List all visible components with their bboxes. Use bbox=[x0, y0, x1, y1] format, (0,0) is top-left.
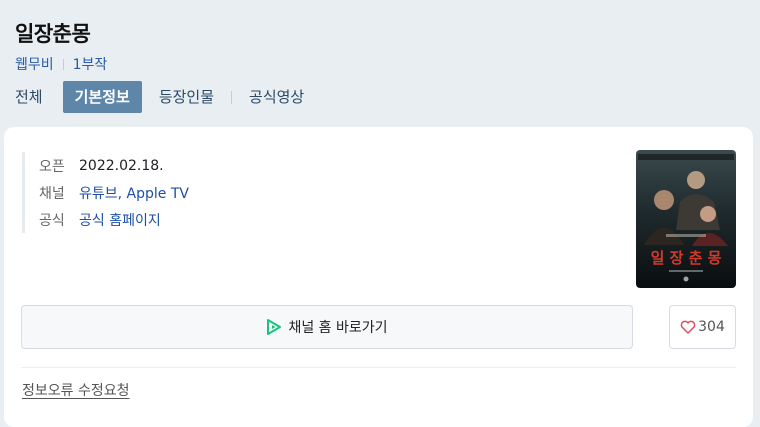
info-row-open: 오픈 2022.02.18. bbox=[39, 152, 189, 179]
poster-art: 일 장 춘 몽 bbox=[636, 150, 736, 288]
info-row-channel: 채널 유튜브, Apple TV bbox=[39, 179, 189, 206]
poster-image[interactable]: 일 장 춘 몽 bbox=[636, 150, 736, 288]
content-type[interactable]: 웹무비 bbox=[15, 54, 54, 74]
info-label: 채널 bbox=[39, 185, 65, 202]
episode-count: 1부작 bbox=[72, 57, 108, 73]
open-date: 2022.02.18. bbox=[79, 157, 164, 174]
tab-bar: 전체 기본정보 등장인물 공식영상 bbox=[4, 81, 315, 113]
heart-icon bbox=[680, 320, 696, 334]
divider bbox=[21, 367, 736, 368]
tab-official-video[interactable]: 공식영상 bbox=[238, 81, 315, 113]
tab-divider bbox=[231, 90, 233, 104]
channel-home-label: 채널 홈 바로가기 bbox=[288, 320, 388, 336]
info-row-official: 공식 공식 홈페이지 bbox=[39, 206, 189, 233]
info-card: 오픈 2022.02.18. 채널 유튜브, Apple TV 공식 공식 홈페… bbox=[4, 127, 753, 427]
header: 일장춘몽 웹무비 1부작 전체 기본정보 등장인물 공식영상 bbox=[0, 0, 760, 127]
channel-link[interactable]: 유튜브, Apple TV bbox=[79, 183, 189, 203]
tab-all[interactable]: 전체 bbox=[4, 81, 54, 113]
tab-basic-info[interactable]: 기본정보 bbox=[62, 81, 142, 113]
like-button[interactable]: 304 bbox=[669, 305, 736, 349]
official-homepage-link[interactable]: 공식 홈페이지 bbox=[79, 210, 161, 230]
title-meta: 웹무비 1부작 bbox=[15, 54, 107, 74]
info-list: 오픈 2022.02.18. 채널 유튜브, Apple TV 공식 공식 홈페… bbox=[22, 152, 189, 233]
info-label: 오픈 bbox=[39, 158, 65, 175]
page-title: 일장춘몽 bbox=[15, 22, 91, 46]
poster-title: 일 장 춘 몽 bbox=[651, 249, 722, 267]
tab-characters[interactable]: 등장인물 bbox=[148, 81, 225, 113]
report-error-link[interactable]: 정보오류 수정요청 bbox=[22, 380, 130, 400]
info-label: 공식 bbox=[39, 212, 65, 229]
channel-home-button[interactable]: 채널 홈 바로가기 bbox=[21, 305, 633, 349]
like-count: 304 bbox=[698, 319, 725, 335]
meta-divider bbox=[62, 58, 64, 70]
play-icon bbox=[266, 318, 282, 336]
